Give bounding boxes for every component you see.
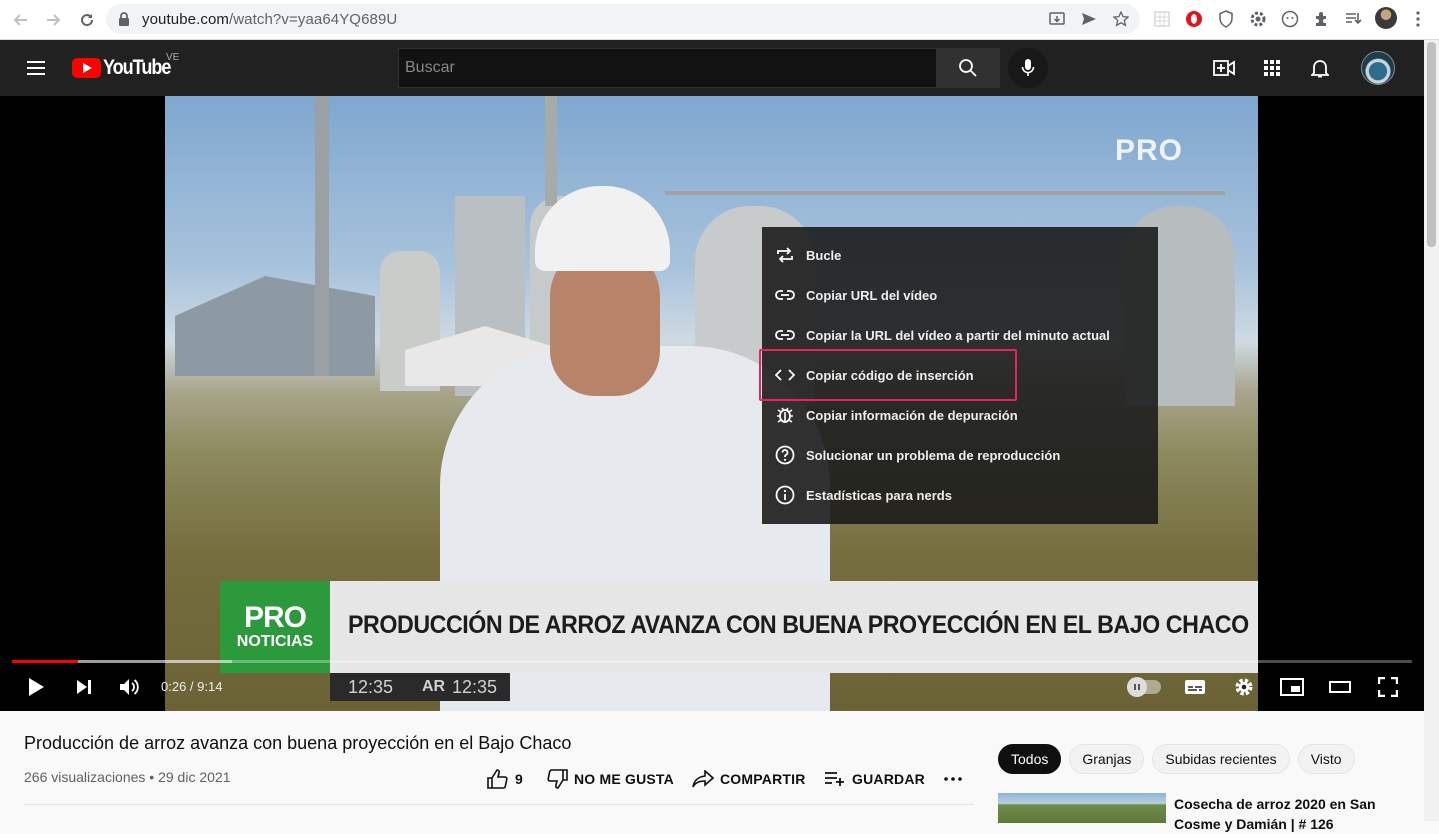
search-input[interactable] [399, 49, 936, 87]
settings-gear-icon [1235, 678, 1253, 696]
fullscreen-button[interactable] [1370, 673, 1406, 701]
chip-subidas-recientes[interactable]: Subidas recientes [1152, 744, 1290, 774]
volume-button[interactable] [112, 673, 148, 701]
shield-extension-icon[interactable] [1216, 9, 1236, 29]
playlist-add-icon [825, 772, 844, 786]
section-divider [24, 804, 974, 805]
opera-extension-icon[interactable] [1184, 9, 1204, 29]
face-extension-icon[interactable] [1280, 9, 1300, 29]
voice-search-button[interactable] [1008, 48, 1048, 88]
news-headline: PRODUCCIÓN DE ARROZ AVANZA CON BUENA PRO… [348, 611, 1249, 639]
menu-item-copy-embed-code[interactable]: Copiar código de inserción [762, 355, 1158, 395]
chip-granjas[interactable]: Granjas [1069, 744, 1145, 774]
thumbs-up-icon [487, 769, 508, 789]
url-text: youtube.com/watch?v=yaa64YQ689U [142, 11, 398, 28]
thumbs-down-icon [547, 769, 568, 789]
address-bar[interactable]: youtube.com/watch?v=yaa64YQ689U [106, 4, 1140, 34]
reload-icon[interactable] [75, 8, 99, 32]
miniplayer-icon [1280, 678, 1304, 696]
browser-profile-avatar[interactable] [1375, 7, 1397, 29]
more-horizontal-icon [944, 777, 962, 781]
send-icon[interactable] [1080, 10, 1098, 28]
menu-item-loop[interactable]: Bucle [762, 235, 1158, 275]
share-arrow-icon [692, 770, 714, 788]
video-title: Producción de arroz avanza con buena pro… [24, 733, 572, 753]
channel-watermark: PRO [1115, 134, 1184, 167]
subtitles-button[interactable] [1177, 673, 1213, 701]
youtube-play-logo-icon [72, 58, 101, 78]
theater-mode-icon [1329, 681, 1351, 693]
more-actions-button[interactable] [944, 768, 962, 790]
back-arrow-icon[interactable] [9, 8, 33, 32]
youtube-logo[interactable]: YouTube [72, 56, 181, 80]
menu-item-copy-url[interactable]: Copiar URL del vídeo [762, 275, 1158, 315]
play-icon [29, 678, 44, 696]
miniplayer-button[interactable] [1274, 673, 1310, 701]
search-container [398, 48, 936, 88]
account-avatar[interactable] [1361, 51, 1395, 85]
loop-icon [774, 244, 796, 266]
page-scrollbar[interactable] [1424, 40, 1439, 821]
create-video-icon[interactable] [1212, 56, 1236, 80]
info-circle-icon [774, 484, 796, 506]
news-clock-strip: 12:35 AR 12:35 [330, 673, 510, 701]
search-icon [959, 59, 977, 77]
play-button[interactable] [18, 673, 54, 701]
video-player[interactable]: PRO PRO NOTICIAS PRODUCCIÓN DE ARROZ AVA… [0, 96, 1424, 711]
like-button[interactable]: 9 [487, 768, 523, 790]
embed-code-icon [774, 364, 796, 386]
settings-button[interactable] [1226, 673, 1262, 701]
forward-arrow-icon[interactable] [41, 8, 65, 32]
recommendation-title[interactable]: Cosecha de arroz 2020 en San Cosme y Dam… [1174, 794, 1394, 834]
chip-visto[interactable]: Visto [1297, 744, 1355, 774]
country-code: VE [166, 52, 180, 63]
install-app-icon[interactable] [1048, 10, 1066, 28]
pause-icon [1127, 677, 1147, 697]
time-display: 0:26 / 9:14 [161, 679, 223, 694]
share-button[interactable]: COMPARTIR [692, 768, 806, 790]
next-video-button[interactable] [66, 673, 102, 701]
filter-chips: Todos Granjas Subidas recientes Visto [998, 744, 1355, 774]
hamburger-menu-icon[interactable] [24, 56, 48, 80]
autoplay-toggle[interactable] [1127, 677, 1161, 697]
search-button[interactable] [936, 48, 1000, 88]
progress-bar[interactable] [12, 660, 1412, 663]
help-circle-icon [774, 444, 796, 466]
lock-icon [118, 11, 130, 32]
link-icon [774, 284, 796, 306]
recommendation-thumbnail[interactable] [998, 793, 1166, 823]
scrollbar-thumb[interactable] [1427, 42, 1436, 247]
progress-played [12, 660, 78, 663]
player-context-menu: Bucle Copiar URL del vídeo Copiar la URL… [762, 227, 1158, 524]
microphone-icon [1021, 59, 1035, 76]
link-icon [774, 324, 796, 346]
notifications-bell-icon[interactable] [1308, 56, 1332, 80]
menu-item-copy-url-at-time[interactable]: Copiar la URL del vídeo a partir del min… [762, 315, 1158, 355]
puzzle-extensions-icon[interactable] [1312, 9, 1332, 29]
save-button[interactable]: GUARDAR [824, 768, 925, 790]
menu-item-troubleshoot-playback[interactable]: Solucionar un problema de reproducción [762, 435, 1158, 475]
video-meta: 266 visualizaciones • 29 dic 2021 [24, 769, 231, 785]
bookmark-star-icon[interactable] [1112, 10, 1130, 28]
menu-item-stats-for-nerds[interactable]: Estadísticas para nerds [762, 475, 1158, 515]
menu-item-copy-debug-info[interactable]: Copiar información de depuración [762, 395, 1158, 435]
skip-next-icon [77, 680, 91, 694]
apps-grid-icon[interactable] [1260, 56, 1284, 80]
youtube-wordmark: YouTube [103, 56, 171, 79]
gear-extension-icon[interactable] [1248, 9, 1268, 29]
chip-todos[interactable]: Todos [998, 744, 1062, 774]
volume-icon [120, 679, 139, 695]
dislike-button[interactable]: NO ME GUSTA [546, 768, 674, 790]
browser-toolbar: youtube.com/watch?v=yaa64YQ689U [0, 0, 1439, 40]
browser-menu-kebab-icon[interactable] [1408, 9, 1428, 29]
youtube-masthead: YouTube VE [0, 40, 1424, 96]
reading-list-icon[interactable] [1343, 9, 1363, 29]
fullscreen-icon [1378, 677, 1398, 697]
debug-bug-icon [774, 404, 796, 426]
subtitles-icon [1185, 680, 1205, 694]
theater-mode-button[interactable] [1322, 673, 1358, 701]
extension-grid-icon[interactable] [1152, 9, 1172, 29]
